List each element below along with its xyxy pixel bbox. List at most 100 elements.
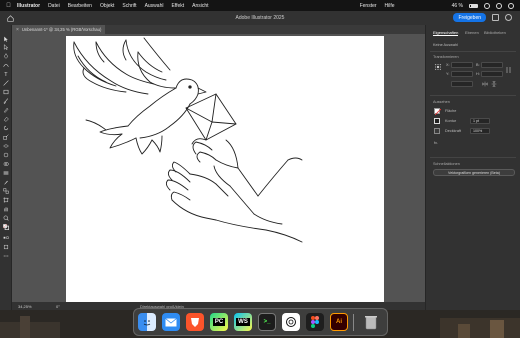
- paintbrush-tool-icon[interactable]: [3, 98, 9, 104]
- divider: [430, 51, 516, 52]
- mac-menubar:  Illustrator Datei Bearbeiten Objekt Sc…: [0, 0, 520, 11]
- edit-toolbar-icon[interactable]: [3, 253, 9, 259]
- menu-schrift[interactable]: Schrift: [122, 3, 136, 9]
- rotation-field[interactable]: [451, 81, 473, 87]
- app-title: Adobe Illustrator 2025: [235, 15, 285, 21]
- fill-label: Fläche: [445, 109, 457, 113]
- brave-icon[interactable]: [186, 313, 204, 331]
- menu-effekt[interactable]: Effekt: [171, 3, 184, 9]
- menu-app[interactable]: Illustrator: [17, 3, 40, 9]
- w-label: B:: [476, 63, 480, 67]
- menu-datei[interactable]: Datei: [48, 3, 60, 9]
- svg-text:T: T: [4, 72, 8, 77]
- stroke-swatch[interactable]: [434, 118, 440, 124]
- document-tab[interactable]: × Unbenannt-1* @ 34,25 % (RGB/Vorschau): [12, 25, 106, 34]
- menu-bearbeiten[interactable]: Bearbeiten: [68, 3, 92, 9]
- tab-eigenschaften[interactable]: Eigenschaften: [433, 30, 459, 36]
- webstorm-icon[interactable]: WS: [234, 313, 252, 331]
- pencil-tool-icon[interactable]: [3, 107, 9, 113]
- quick-actions-heading: Schnellaktionen: [433, 162, 460, 166]
- pycharm-icon[interactable]: PC: [210, 313, 228, 331]
- fill-stroke-swatch-icon[interactable]: [3, 224, 9, 230]
- width-field[interactable]: [481, 62, 503, 68]
- h-label: H:: [476, 72, 480, 76]
- dock-separator: [353, 314, 354, 331]
- blend-tool-icon[interactable]: [3, 188, 9, 194]
- flip-vertical-icon[interactable]: [491, 81, 497, 87]
- height-field[interactable]: [481, 71, 503, 77]
- discover-icon[interactable]: [505, 14, 512, 21]
- shape-builder-tool-icon[interactable]: [3, 161, 9, 167]
- eraser-tool-icon[interactable]: [3, 116, 9, 122]
- flip-horizontal-icon[interactable]: [482, 81, 488, 87]
- app-bar: Adobe Illustrator 2025: [0, 11, 520, 25]
- pen-tool-icon[interactable]: [3, 53, 9, 59]
- illustrator-icon[interactable]: Ai: [330, 313, 348, 331]
- x-label: X:: [446, 63, 450, 67]
- document-tab-label: Unbenannt-1* @ 34,25 % (RGB/Vorschau): [21, 27, 102, 32]
- mail-icon[interactable]: [162, 313, 180, 331]
- artboard-tool-icon[interactable]: [3, 197, 9, 203]
- width-tool-icon[interactable]: [3, 143, 9, 149]
- drawing-mode-icon[interactable]: [3, 244, 9, 250]
- divider: [430, 95, 516, 96]
- tab-bibliotheken[interactable]: Bibliotheken: [484, 30, 506, 35]
- apple-icon[interactable]: : [5, 2, 12, 9]
- reference-point-icon[interactable]: [434, 63, 442, 71]
- gradient-tool-icon[interactable]: [3, 170, 9, 176]
- no-selection-label: Keine Auswahl: [433, 43, 458, 47]
- curvature-tool-icon[interactable]: [3, 62, 9, 68]
- stroke-label: Kontur: [445, 119, 457, 123]
- search-icon[interactable]: [496, 2, 502, 9]
- scale-tool-icon[interactable]: [3, 134, 9, 140]
- selection-tool-icon[interactable]: [3, 36, 9, 42]
- tools-panel: T: [0, 25, 12, 310]
- share-button[interactable]: Freigeben: [453, 13, 486, 22]
- type-tool-icon[interactable]: T: [3, 71, 9, 77]
- hand-tool-icon[interactable]: [3, 206, 9, 212]
- battery-icon[interactable]: [469, 3, 478, 8]
- battery-percent: 46 %: [451, 2, 463, 9]
- fx-label[interactable]: fx.: [434, 141, 438, 145]
- figma-icon[interactable]: [306, 313, 324, 331]
- fill-swatch[interactable]: [434, 108, 441, 115]
- rotation-value[interactable]: 0°: [56, 304, 60, 309]
- warp-tool-icon[interactable]: [3, 152, 9, 158]
- panel-tabs: Eigenschaften Ebenen Bibliotheken: [425, 30, 520, 38]
- terminal-icon[interactable]: >_: [258, 313, 276, 331]
- panel-toggle-icon[interactable]: [492, 14, 499, 21]
- home-icon[interactable]: [4, 11, 16, 25]
- link-proportions-icon[interactable]: [506, 66, 511, 74]
- transform-heading: Transformieren: [433, 55, 459, 59]
- color-mode-icon[interactable]: [3, 235, 9, 241]
- stroke-weight-field[interactable]: 1 pt: [470, 118, 490, 124]
- tab-ebenen[interactable]: Ebenen: [465, 30, 479, 35]
- wifi-icon[interactable]: [484, 2, 490, 9]
- y-field[interactable]: [451, 71, 473, 77]
- x-field[interactable]: [451, 62, 473, 68]
- line-tool-icon[interactable]: [3, 80, 9, 86]
- trash-icon[interactable]: [362, 313, 380, 331]
- appearance-heading: Aussehen: [433, 100, 450, 104]
- rectangle-tool-icon[interactable]: [3, 89, 9, 95]
- close-tab-icon[interactable]: ×: [16, 27, 19, 33]
- control-center-icon[interactable]: [508, 2, 514, 9]
- menu-objekt[interactable]: Objekt: [100, 3, 114, 9]
- menu-fenster[interactable]: Fenster: [360, 3, 377, 9]
- menu-ansicht[interactable]: Ansicht: [192, 3, 208, 9]
- opacity-label: Deckkraft: [445, 129, 462, 133]
- generate-vectors-button[interactable]: Vektorgrafiken generieren (Beta): [433, 169, 515, 176]
- chatgpt-icon[interactable]: [282, 313, 300, 331]
- divider: [430, 157, 516, 158]
- line-art-dove-envelope-hands[interactable]: [66, 36, 384, 302]
- menu-hilfe[interactable]: Hilfe: [385, 3, 395, 9]
- finder-icon[interactable]: [138, 313, 156, 331]
- menu-auswahl[interactable]: Auswahl: [145, 3, 164, 9]
- opacity-icon[interactable]: [434, 128, 440, 134]
- opacity-field[interactable]: 100%: [470, 128, 490, 134]
- direct-selection-tool-icon[interactable]: [3, 44, 9, 50]
- rotate-tool-icon[interactable]: [3, 125, 9, 131]
- zoom-tool-icon[interactable]: [3, 215, 9, 221]
- zoom-level[interactable]: 34,25%: [18, 304, 32, 309]
- eyedropper-tool-icon[interactable]: [3, 179, 9, 185]
